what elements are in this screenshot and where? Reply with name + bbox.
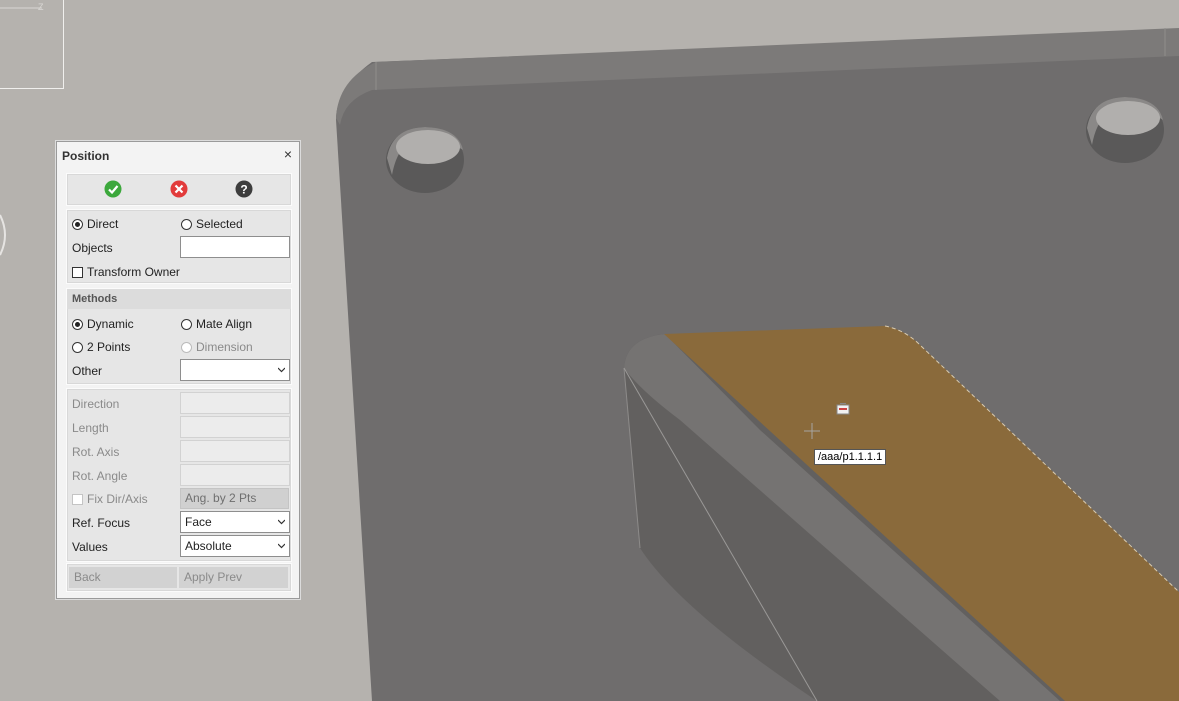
two-points-radio[interactable]: 2 Points — [72, 340, 130, 354]
radio-empty-icon — [181, 218, 192, 230]
ref-focus-dropdown[interactable]: Face — [180, 511, 290, 533]
radio-selected-icon — [72, 218, 83, 230]
pick-filter-icon — [836, 403, 850, 415]
radio-empty-icon — [181, 318, 192, 330]
values-label: Values — [72, 540, 108, 554]
chevron-down-icon — [278, 367, 285, 373]
transform-owner-checkbox[interactable]: Transform Owner — [72, 265, 180, 279]
check-circle-icon[interactable] — [104, 180, 122, 198]
objects-label: Objects — [72, 241, 113, 255]
fix-dir-axis-checkbox[interactable]: Fix Dir/Axis — [72, 492, 148, 506]
rot-axis-label: Rot. Axis — [72, 445, 120, 459]
footer-buttons: Back Apply Prev — [66, 563, 292, 592]
mate-align-radio[interactable]: Mate Align — [181, 317, 252, 331]
rot-axis-field[interactable] — [180, 440, 290, 462]
position-dialog: Position × ? Direct Selected Objects Tra… — [56, 141, 300, 599]
dimension-radio[interactable]: Dimension — [181, 340, 253, 354]
radio-empty-icon — [181, 341, 192, 353]
length-label: Length — [72, 421, 109, 435]
methods-section: Methods Dynamic Mate Align 2 Points Dime… — [66, 288, 292, 385]
hole-right — [1086, 97, 1164, 163]
parameters-section: Direction Length Rot. Axis Rot. Angle Fi… — [66, 388, 292, 562]
checkbox-icon — [72, 266, 83, 278]
ang-by-2-pts-button[interactable]: Ang. by 2 Pts — [180, 488, 289, 509]
ref-focus-label: Ref. Focus — [72, 516, 131, 530]
back-button[interactable]: Back — [69, 567, 177, 588]
chevron-down-icon — [278, 519, 285, 525]
action-bar: ? — [66, 173, 292, 206]
x-circle-icon[interactable] — [170, 180, 188, 198]
objects-field[interactable] — [180, 236, 290, 258]
rot-angle-label: Rot. Angle — [72, 469, 128, 483]
checkbox-icon — [72, 493, 83, 505]
svg-text:Z: Z — [38, 2, 44, 12]
direction-label: Direction — [72, 397, 120, 411]
radio-empty-icon — [72, 341, 83, 353]
length-field[interactable] — [180, 416, 290, 438]
svg-text:?: ? — [240, 183, 247, 197]
close-button[interactable]: × — [281, 147, 295, 161]
axis-indicator-icon: Z — [0, 2, 44, 12]
dialog-title: Position — [62, 149, 110, 163]
entity-tooltip: /aaa/p1.1.1.1 — [814, 449, 887, 465]
view-cube-frame: Z — [0, 0, 64, 89]
direction-field[interactable] — [180, 392, 290, 414]
other-label: Other — [72, 364, 103, 378]
selected-radio[interactable]: Selected — [181, 217, 243, 231]
apply-prev-button[interactable]: Apply Prev — [179, 567, 288, 588]
methods-header: Methods — [67, 289, 291, 309]
direct-radio[interactable]: Direct — [72, 217, 118, 231]
radio-selected-icon — [72, 318, 83, 330]
values-dropdown[interactable]: Absolute — [180, 535, 290, 557]
other-dropdown[interactable] — [180, 359, 290, 381]
rot-angle-field[interactable] — [180, 464, 290, 486]
objects-section: Direct Selected Objects Transform Owner — [66, 209, 292, 284]
hole-left — [386, 127, 464, 193]
chevron-down-icon — [278, 543, 285, 549]
dialog-title-bar[interactable]: Position × — [57, 142, 299, 169]
crosshair-cursor-icon — [804, 423, 820, 439]
dynamic-radio[interactable]: Dynamic — [72, 317, 134, 331]
help-circle-icon[interactable]: ? — [235, 180, 253, 198]
